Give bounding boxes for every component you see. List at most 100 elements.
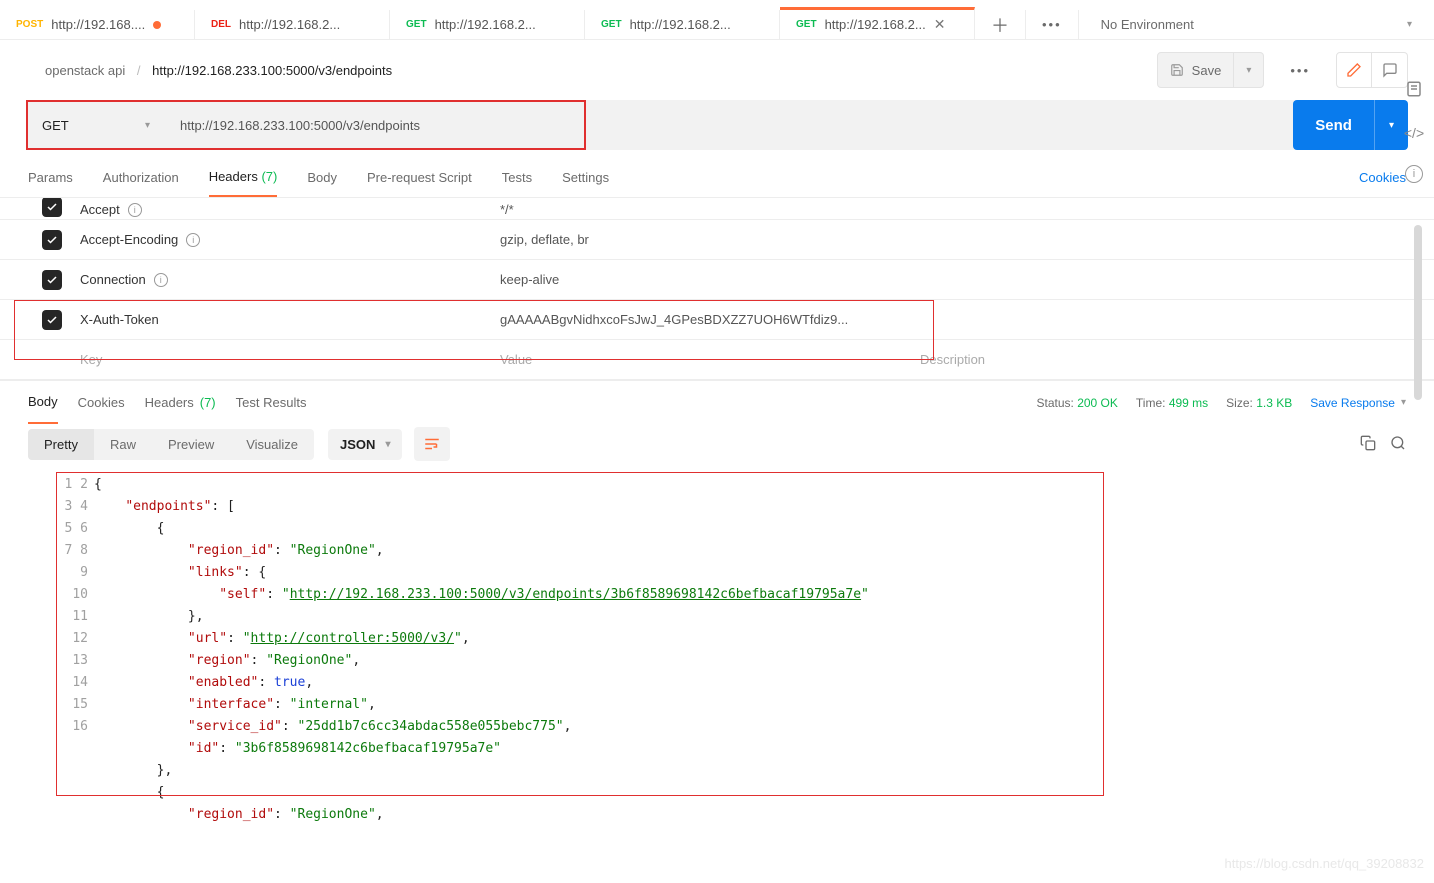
new-tab-button[interactable]: ＋ [975,10,1026,39]
search-button[interactable] [1390,435,1406,454]
environment-selector[interactable]: No Environment ▾ [1079,10,1434,39]
wrap-icon [423,435,441,453]
more-actions-button[interactable]: ••• [1278,52,1322,88]
subtab-tests[interactable]: Tests [502,158,532,197]
line-gutter: 1 2 3 4 5 6 7 8 9 10 11 12 13 14 15 16 [58,472,88,822]
tab-3[interactable]: GET http://192.168.2... [585,10,780,39]
checkbox-checked[interactable] [42,230,62,250]
subtab-authorization[interactable]: Authorization [103,158,179,197]
time-value: 499 ms [1169,396,1208,410]
header-key-text: X-Auth-Token [80,312,159,327]
edit-button[interactable] [1336,52,1372,88]
view-visualize[interactable]: Visualize [230,429,314,460]
header-key: X-Auth-Token [80,312,500,327]
json-id: "3b6f8589698142c6befbacaf19795a7e" [235,741,501,756]
tab-title: http://192.168.2... [435,17,536,32]
info-side-icon[interactable]: i [1405,165,1423,183]
json-region-id-2: "RegionOne" [290,807,376,822]
json-link-self[interactable]: http://192.168.233.100:5000/v3/endpoints… [290,587,861,602]
method-badge: DEL [211,19,231,30]
info-icon[interactable]: i [154,273,168,287]
view-pretty[interactable]: Pretty [28,429,94,460]
header-value: gAAAAABgvNidhxcoFsJwJ_4GPesBDXZZ7UOH6WTf… [500,312,920,327]
resp-tab-headers[interactable]: Headers(7) [145,381,216,424]
json-region: "RegionOne" [266,653,352,668]
request-subtabs: Params Authorization Headers (7) Body Pr… [0,158,1434,198]
tab-title: http://192.168.2... [239,17,340,32]
save-icon [1170,63,1184,77]
resp-tab-body[interactable]: Body [28,381,58,424]
header-row-new[interactable]: Key Value Description [0,340,1434,380]
header-key-placeholder[interactable]: Key [80,352,500,367]
view-raw[interactable]: Raw [94,429,152,460]
method-badge: POST [16,19,43,30]
subtab-prerequest[interactable]: Pre-request Script [367,158,472,197]
time-group: Time: 499 ms [1136,396,1208,410]
resp-headers-count: (7) [200,395,216,410]
save-dropdown[interactable]: ▾ [1234,52,1264,88]
breadcrumb: openstack api / http://192.168.233.100:5… [45,63,392,78]
header-key: Accept-Encodingi [80,232,500,247]
format-value: JSON [340,437,375,452]
info-icon[interactable]: i [128,203,142,217]
status-label: Status: [1037,396,1074,410]
docs-icon[interactable] [1405,80,1423,101]
scrollbar[interactable] [1414,225,1422,400]
header-value: keep-alive [500,272,920,287]
plus-icon: ＋ [991,12,1009,38]
headers-table: Accepti */* Accept-Encodingi gzip, defla… [0,198,1434,380]
subtab-params[interactable]: Params [28,158,73,197]
checkbox-checked[interactable] [42,310,62,330]
tab-4[interactable]: GET http://192.168.2... ✕ [780,7,975,39]
dots-icon: ••• [1042,17,1062,32]
method-selector[interactable]: GET ▾ [26,100,166,150]
header-desc-placeholder[interactable]: Description [920,352,1434,367]
chevron-down-icon: ▾ [1246,65,1251,76]
time-label: Time: [1136,396,1166,410]
subtab-body[interactable]: Body [307,158,337,197]
resp-tab-tests[interactable]: Test Results [236,381,307,424]
tab-0[interactable]: POST http://192.168.... [0,10,195,39]
close-icon[interactable]: ✕ [934,16,946,33]
save-response-button[interactable]: Save Response ▾ [1310,396,1406,410]
checkbox-checked[interactable] [42,270,62,290]
header-row-xauth[interactable]: X-Auth-Token gAAAAABgvNidhxcoFsJwJ_4GPes… [0,300,1434,340]
send-button[interactable]: Send ▾ [1293,100,1408,150]
header-key-text: Connection [80,272,146,287]
url-bar: GET ▾ http://192.168.233.100:5000/v3/end… [26,100,1408,150]
copy-button[interactable] [1360,435,1376,454]
header-row-connection[interactable]: Connection i keep-alive [0,260,1434,300]
resp-tab-cookies[interactable]: Cookies [78,381,125,424]
save-button[interactable]: Save [1157,52,1235,88]
size-label: Size: [1226,396,1253,410]
format-selector[interactable]: JSON ▾ [328,429,402,460]
tab-1[interactable]: DEL http://192.168.2... [195,10,390,39]
code-icon[interactable]: </> [1404,125,1424,141]
breadcrumb-collection[interactable]: openstack api [45,63,125,78]
response-body: 1 2 3 4 5 6 7 8 9 10 11 12 13 14 15 16 {… [58,472,1406,822]
checkbox-checked[interactable] [42,198,62,217]
info-icon[interactable]: i [186,233,200,247]
header-row-encoding[interactable]: Accept-Encodingi gzip, deflate, br [0,220,1434,260]
subtab-settings[interactable]: Settings [562,158,609,197]
chevron-down-icon: ▾ [1407,19,1412,30]
json-code[interactable]: { "endpoints": [ { "region_id": "RegionO… [94,472,1406,822]
copy-icon [1360,435,1376,451]
save-response-label: Save Response [1310,396,1395,410]
unsaved-dot-icon [153,21,161,29]
search-icon [1390,435,1406,451]
wrap-button[interactable] [414,427,450,461]
subtab-headers[interactable]: Headers (7) [209,158,278,197]
size-value: 1.3 KB [1256,396,1292,410]
header-row-accept[interactable]: Accepti */* [0,198,1434,220]
tab-overflow-button[interactable]: ••• [1026,10,1079,39]
json-service-id: "25dd1b7c6cc34abdac558e055bebc775" [298,719,564,734]
json-url[interactable]: http://controller:5000/v3/ [251,631,455,646]
header-value-placeholder[interactable]: Value [500,352,920,367]
json-region-id: "RegionOne" [290,543,376,558]
tab-2[interactable]: GET http://192.168.2... [390,10,585,39]
method-value: GET [42,118,69,133]
url-input[interactable]: http://192.168.233.100:5000/v3/endpoints [166,100,586,150]
view-preview[interactable]: Preview [152,429,230,460]
header-key: Accepti [80,202,500,217]
